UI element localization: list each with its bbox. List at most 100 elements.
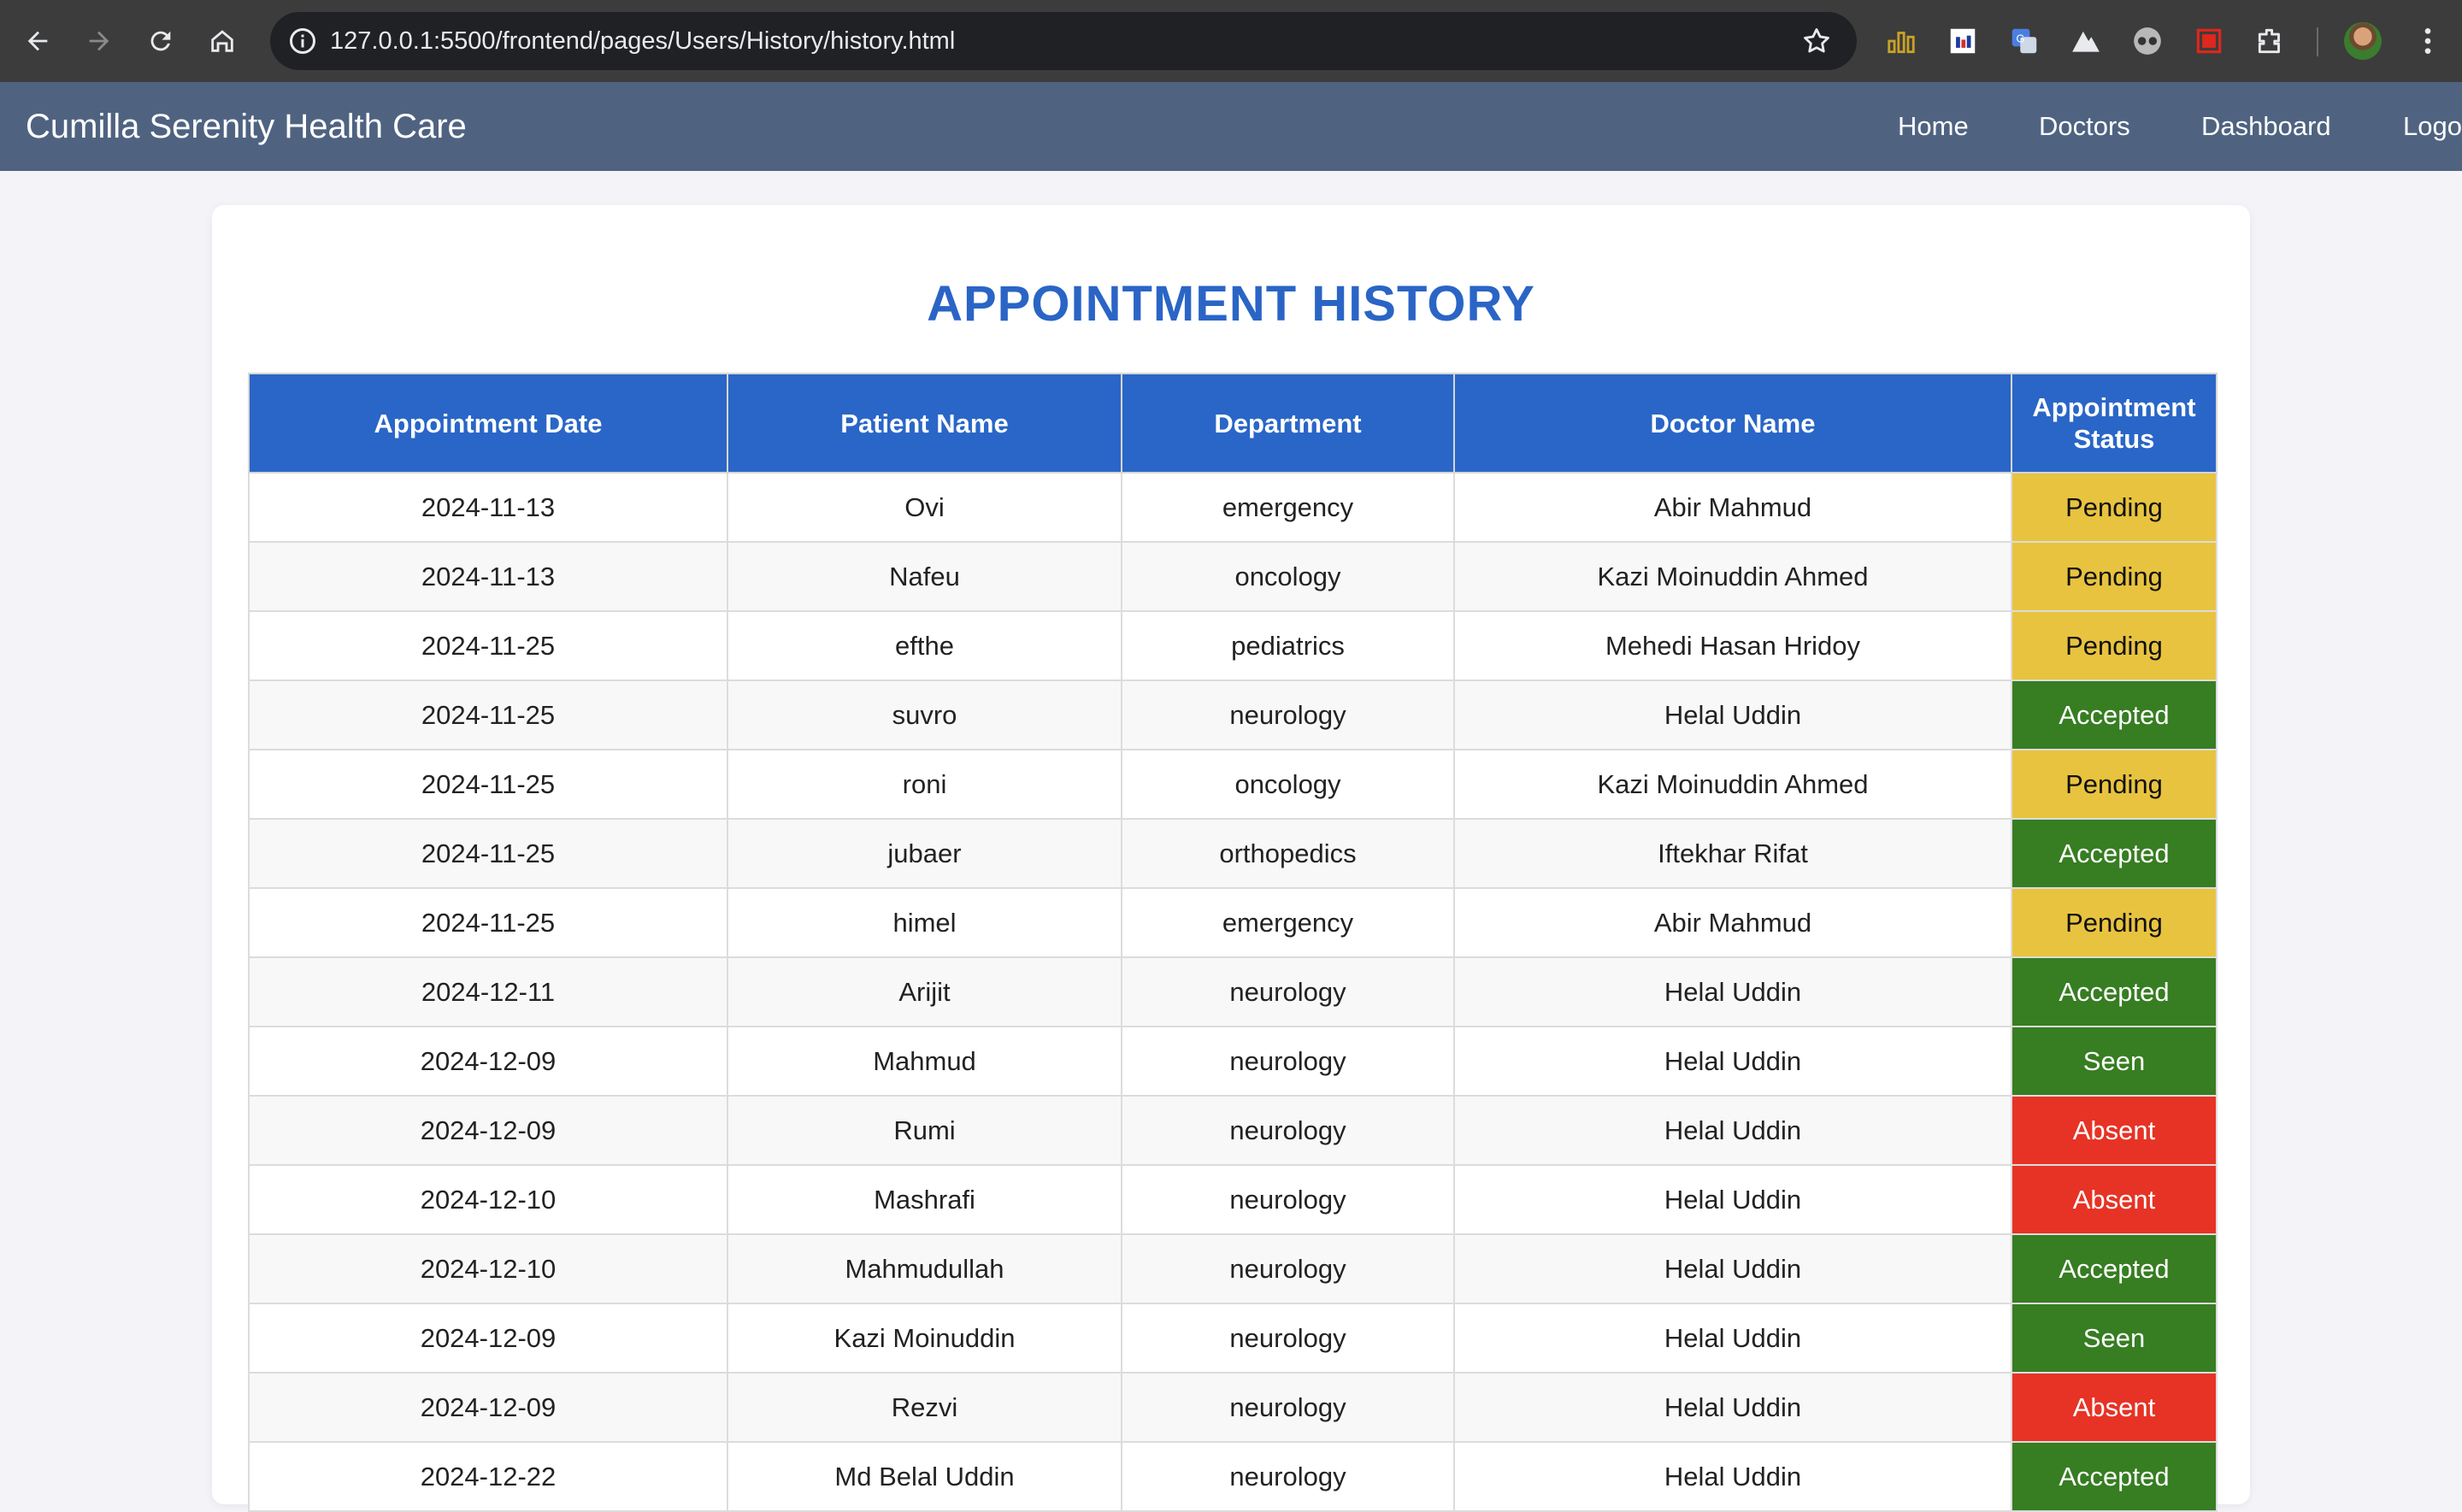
translate-extension-icon[interactable]: G	[2007, 24, 2041, 58]
nav-link-dashboard[interactable]: Dashboard	[2201, 82, 2331, 171]
cell-doctor: Helal Uddin	[1453, 1164, 2012, 1235]
cell-date: 2024-12-09	[248, 1303, 728, 1374]
svg-text:G: G	[2017, 33, 2025, 45]
status-badge: Pending	[2011, 541, 2218, 612]
table-row: 2024-12-09 Mahmud neurology Helal Uddin Seen	[248, 1026, 2218, 1097]
cell-patient: suvro	[727, 680, 1122, 750]
cell-department: oncology	[1121, 749, 1455, 820]
table-row: 2024-11-25 roni oncology Kazi Moinuddin Ahm…	[248, 749, 2218, 820]
flag-extension-icon[interactable]	[1946, 24, 1980, 58]
cell-doctor: Helal Uddin	[1453, 1026, 2012, 1097]
cell-department: neurology	[1121, 1026, 1455, 1097]
glasses-extension-icon[interactable]	[2130, 24, 2165, 58]
column-header-date: Appointment Date	[248, 373, 728, 474]
cell-date: 2024-12-11	[248, 956, 728, 1027]
cell-department: neurology	[1121, 1095, 1455, 1166]
column-header-patient: Patient Name	[727, 373, 1122, 474]
cell-patient: Rumi	[727, 1095, 1122, 1166]
browser-toolbar: 127.0.0.1:5500/frontend/pages/Users/Hist…	[0, 0, 2462, 82]
table-row: 2024-11-25 efthe pediatrics Mehedi Hasan Hr…	[248, 610, 2218, 681]
status-badge: Seen	[2011, 1026, 2218, 1097]
cell-doctor: Kazi Moinuddin Ahmed	[1453, 749, 2012, 820]
reload-icon[interactable]	[140, 21, 181, 62]
forward-icon[interactable]	[79, 21, 120, 62]
url-text[interactable]: 127.0.0.1:5500/frontend/pages/Users/Hist…	[330, 12, 955, 70]
cell-department: emergency	[1121, 887, 1455, 958]
cell-date: 2024-11-13	[248, 472, 728, 543]
cell-date: 2024-11-25	[248, 749, 728, 820]
status-badge: Accepted	[2011, 818, 2218, 889]
cell-patient: jubaer	[727, 818, 1122, 889]
home-icon[interactable]	[202, 21, 243, 62]
cell-department: neurology	[1121, 1441, 1455, 1512]
cell-date: 2024-12-09	[248, 1026, 728, 1097]
status-badge: Accepted	[2011, 956, 2218, 1027]
status-badge: Accepted	[2011, 680, 2218, 750]
cell-doctor: Helal Uddin	[1453, 1441, 2012, 1512]
pdf-extension-icon[interactable]	[2192, 24, 2226, 58]
info-icon[interactable]	[287, 26, 318, 56]
cell-department: neurology	[1121, 1164, 1455, 1235]
address-bar[interactable]: 127.0.0.1:5500/frontend/pages/Users/Hist…	[270, 12, 1857, 70]
cell-doctor: Helal Uddin	[1453, 1372, 2012, 1443]
app-navbar: Cumilla Serenity Health Care Home Doctor…	[0, 82, 2462, 171]
status-badge: Absent	[2011, 1164, 2218, 1235]
status-badge: Accepted	[2011, 1441, 2218, 1512]
cell-patient: efthe	[727, 610, 1122, 681]
back-icon[interactable]	[17, 21, 58, 62]
status-badge: Pending	[2011, 749, 2218, 820]
table-row: 2024-12-09 Rezvi neurology Helal Uddin Absen…	[248, 1372, 2218, 1443]
appointment-history-table: Appointment Date Patient Name Department…	[248, 373, 2218, 1512]
cell-doctor: Helal Uddin	[1453, 1095, 2012, 1166]
nav-link-doctors[interactable]: Doctors	[2039, 82, 2130, 171]
cell-patient: Rezvi	[727, 1372, 1122, 1443]
brand-name[interactable]: Cumilla Serenity Health Care	[26, 82, 467, 171]
status-badge: Pending	[2011, 610, 2218, 681]
profile-avatar[interactable]	[2344, 22, 2382, 60]
cell-doctor: Abir Mahmud	[1453, 472, 2012, 543]
cell-patient: Md Belal Uddin	[727, 1441, 1122, 1512]
table-row: 2024-11-25 suvro neurology Helal Uddin Accep…	[248, 680, 2218, 750]
cell-patient: Mahmudullah	[727, 1233, 1122, 1304]
cell-department: neurology	[1121, 1233, 1455, 1304]
mountain-extension-icon[interactable]	[2069, 24, 2103, 58]
cell-date: 2024-11-25	[248, 610, 728, 681]
column-header-doctor: Doctor Name	[1453, 373, 2012, 474]
cell-doctor: Kazi Moinuddin Ahmed	[1453, 541, 2012, 612]
cell-patient: Mashrafi	[727, 1164, 1122, 1235]
cell-doctor: Abir Mahmud	[1453, 887, 2012, 958]
cell-patient: roni	[727, 749, 1122, 820]
status-badge: Seen	[2011, 1303, 2218, 1374]
status-badge: Absent	[2011, 1372, 2218, 1443]
extensions-icon[interactable]	[2253, 24, 2288, 58]
table-row: 2024-12-09 Rumi neurology Helal Uddin Absent	[248, 1095, 2218, 1166]
page-title: APPOINTMENT HISTORY	[927, 276, 1535, 332]
cell-patient: Arijit	[727, 956, 1122, 1027]
cell-department: neurology	[1121, 1303, 1455, 1374]
cell-doctor: Mehedi Hasan Hridoy	[1453, 610, 2012, 681]
table-row: 2024-12-10 Mahmudullah neurology Helal Uddi…	[248, 1233, 2218, 1304]
cell-department: orthopedics	[1121, 818, 1455, 889]
cell-department: neurology	[1121, 680, 1455, 750]
cell-patient: Nafeu	[727, 541, 1122, 612]
chart-extension-icon[interactable]	[1884, 24, 1918, 58]
cell-doctor: Helal Uddin	[1453, 1233, 2012, 1304]
status-badge: Pending	[2011, 472, 2218, 543]
cell-department: neurology	[1121, 956, 1455, 1027]
cell-date: 2024-11-25	[248, 887, 728, 958]
cell-department: pediatrics	[1121, 610, 1455, 681]
table-row: 2024-11-13 Ovi emergency Abir Mahmud Pending	[248, 472, 2218, 543]
nav-link-home[interactable]: Home	[1898, 82, 1969, 171]
table-row: 2024-12-11 Arijit neurology Helal Uddin Acce…	[248, 956, 2218, 1027]
status-badge: Absent	[2011, 1095, 2218, 1166]
cell-doctor: Helal Uddin	[1453, 956, 2012, 1027]
cell-date: 2024-12-09	[248, 1095, 728, 1166]
nav-link-logout[interactable]: Logo	[2403, 82, 2462, 171]
table-row: 2024-11-13 Nafeu oncology Kazi Moinuddin Ah…	[248, 541, 2218, 612]
cell-date: 2024-12-09	[248, 1372, 728, 1443]
cell-date: 2024-12-10	[248, 1233, 728, 1304]
menu-icon[interactable]	[2411, 24, 2445, 58]
table-row: 2024-11-25 himel emergency Abir Mahmud Pendi…	[248, 887, 2218, 958]
star-icon[interactable]	[1800, 25, 1833, 57]
cell-doctor: Helal Uddin	[1453, 680, 2012, 750]
